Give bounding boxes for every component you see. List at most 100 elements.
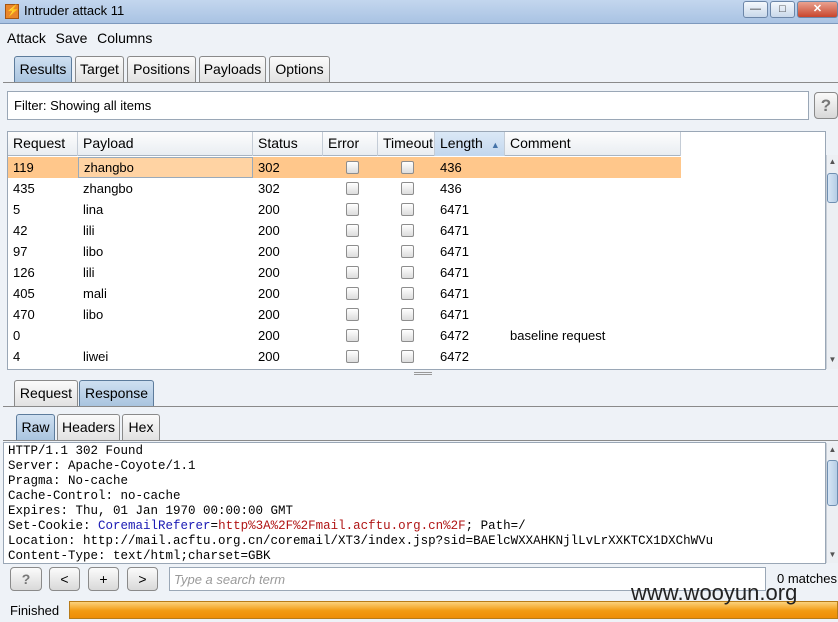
raw-line: Cache-Control: no-cache xyxy=(8,489,181,503)
tab-request[interactable]: Request xyxy=(14,380,78,406)
cell-request: 97 xyxy=(13,244,28,259)
scroll-down-icon[interactable]: ▼ xyxy=(826,548,838,561)
error-checkbox xyxy=(346,329,359,342)
cell-payload: zhangbo xyxy=(78,157,253,178)
scroll-up-icon[interactable]: ▲ xyxy=(826,443,838,456)
col-status[interactable]: Status xyxy=(253,132,323,156)
cell-payload: liwei xyxy=(83,349,109,364)
table-row[interactable]: 5 lina 200 6471 xyxy=(8,199,681,220)
cell-payload: lina xyxy=(83,202,104,217)
cell-payload: libo xyxy=(83,244,104,259)
cell-length: 6471 xyxy=(440,286,469,301)
col-error[interactable]: Error xyxy=(323,132,378,156)
table-row[interactable]: 470 libo 200 6471 xyxy=(8,304,681,325)
timeout-checkbox xyxy=(401,266,414,279)
cell-request: 4 xyxy=(13,349,21,364)
search-next-button[interactable]: > xyxy=(127,567,158,591)
col-request[interactable]: Request xyxy=(8,132,78,156)
cell-status: 302 xyxy=(258,181,280,196)
error-checkbox xyxy=(346,182,359,195)
timeout-checkbox xyxy=(401,350,414,363)
error-checkbox xyxy=(346,350,359,363)
cell-status: 200 xyxy=(258,328,280,343)
cell-length: 436 xyxy=(440,160,462,175)
cell-length: 6471 xyxy=(440,202,469,217)
cell-status: 200 xyxy=(258,244,280,259)
cell-comment xyxy=(505,346,681,367)
table-scroll-thumb[interactable] xyxy=(827,173,838,203)
cell-payload: lili xyxy=(83,223,95,238)
col-timeout[interactable]: Timeout xyxy=(378,132,435,156)
tab-payloads[interactable]: Payloads xyxy=(199,56,266,82)
cell-comment xyxy=(505,283,681,304)
col-payload[interactable]: Payload xyxy=(78,132,253,156)
table-row[interactable]: 126 lili 200 6471 xyxy=(8,262,681,283)
menu-save[interactable]: Save xyxy=(56,28,88,48)
filter-bar[interactable]: Filter: Showing all items xyxy=(7,91,809,120)
cell-payload: zhangbo xyxy=(83,181,133,196)
tab-options[interactable]: Options xyxy=(269,56,330,82)
table-scrollbar[interactable]: ▲ ▼ xyxy=(826,155,838,369)
col-length-label: Length xyxy=(440,135,483,151)
cell-status: 302 xyxy=(258,160,280,175)
table-row[interactable]: 405 mali 200 6471 xyxy=(8,283,681,304)
filter-help-button[interactable]: ? xyxy=(814,92,838,119)
cell-length: 6471 xyxy=(440,244,469,259)
error-checkbox xyxy=(346,308,359,321)
table-row[interactable]: 4 liwei 200 6472 xyxy=(8,346,681,367)
cell-length: 6471 xyxy=(440,307,469,322)
search-add-button[interactable]: + xyxy=(88,567,119,591)
table-row[interactable]: 97 libo 200 6471 xyxy=(8,241,681,262)
timeout-checkbox xyxy=(401,203,414,216)
sort-ascending-icon: ▲ xyxy=(490,140,500,150)
timeout-checkbox xyxy=(401,182,414,195)
tab-response[interactable]: Response xyxy=(79,380,154,406)
tab-raw[interactable]: Raw xyxy=(16,414,55,440)
watermark: www.wooyun.org xyxy=(631,580,798,605)
tab-hex[interactable]: Hex xyxy=(122,414,160,440)
tab-divider xyxy=(3,82,838,83)
search-prev-button[interactable]: < xyxy=(49,567,80,591)
tab-headers[interactable]: Headers xyxy=(57,414,120,440)
tab-positions[interactable]: Positions xyxy=(127,56,196,82)
table-row[interactable]: 42 lili 200 6471 xyxy=(8,220,681,241)
timeout-checkbox xyxy=(401,287,414,300)
minimize-icon[interactable]: — xyxy=(743,1,768,18)
cell-comment: baseline request xyxy=(510,328,606,343)
cell-request: 405 xyxy=(13,286,35,301)
scroll-down-icon[interactable]: ▼ xyxy=(826,353,838,366)
raw-text: = xyxy=(210,519,219,533)
tab-results[interactable]: Results xyxy=(14,56,72,82)
menu-attack[interactable]: Attack xyxy=(7,28,46,48)
response-scroll-thumb[interactable] xyxy=(827,460,838,506)
col-comment[interactable]: Comment xyxy=(505,132,681,156)
cell-status: 200 xyxy=(258,307,280,322)
pane-splitter-handle[interactable] xyxy=(414,372,432,375)
cell-request: 119 xyxy=(13,160,34,175)
cell-length: 436 xyxy=(440,181,462,196)
col-length[interactable]: Length ▲ xyxy=(435,132,505,156)
menu-columns[interactable]: Columns xyxy=(97,28,152,48)
response-scrollbar[interactable]: ▲ ▼ xyxy=(826,443,838,563)
cell-status: 200 xyxy=(258,223,280,238)
table-row[interactable]: 0 200 6472 baseline request xyxy=(8,325,681,346)
cookie-value: http%3A%2F%2Fmail.acftu.org.cn%2F xyxy=(218,519,466,533)
maximize-icon[interactable]: □ xyxy=(770,1,795,18)
scroll-up-icon[interactable]: ▲ xyxy=(826,155,838,168)
cell-comment xyxy=(505,157,681,178)
table-row[interactable]: 119 zhangbo 302 436 xyxy=(8,157,681,178)
close-icon[interactable]: ✕ xyxy=(797,1,838,18)
cell-comment xyxy=(505,220,681,241)
cell-status: 200 xyxy=(258,349,280,364)
tab-target[interactable]: Target xyxy=(75,56,124,82)
table-row[interactable]: 435 zhangbo 302 436 xyxy=(8,178,681,199)
cell-request: 470 xyxy=(13,307,35,322)
cookie-name: CoremailReferer xyxy=(98,519,211,533)
response-raw-view[interactable]: HTTP/1.1 302 Found Server: Apache-Coyote… xyxy=(3,442,826,564)
raw-line-set-cookie: Set-Cookie: CoremailReferer=http%3A%2F%2… xyxy=(8,519,526,534)
burp-app-icon: ⚡ xyxy=(5,4,20,19)
window-title: Intruder attack 11 xyxy=(24,3,125,18)
menu-bar: Attack Save Columns xyxy=(7,28,158,50)
cell-status: 200 xyxy=(258,265,280,280)
search-help-button[interactable]: ? xyxy=(10,567,42,591)
